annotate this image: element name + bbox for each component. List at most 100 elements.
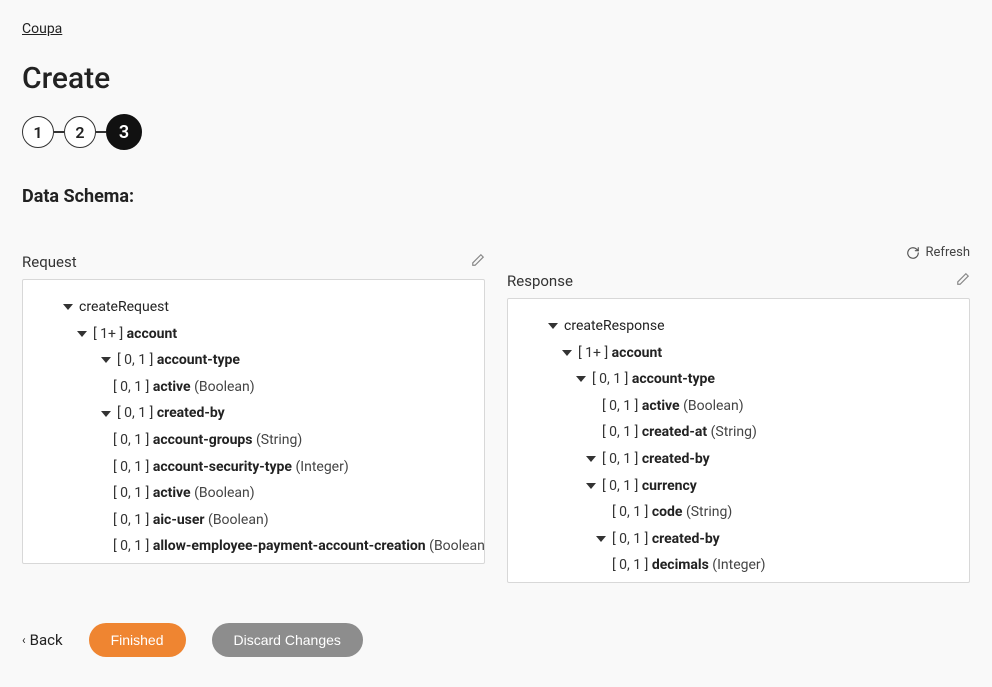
tree-row[interactable]: [ 0, 1 ] enabled (Boolean) bbox=[524, 579, 953, 583]
tree-row[interactable]: [ 0, 1 ] active (Boolean) bbox=[39, 480, 468, 507]
chevron-down-icon[interactable] bbox=[562, 350, 572, 356]
field-name: account-type bbox=[632, 371, 715, 387]
chevron-down-icon[interactable] bbox=[101, 411, 111, 417]
field-name: created-by bbox=[157, 405, 225, 421]
step-connector bbox=[96, 131, 106, 133]
cardinality: [ 0, 1 ] bbox=[113, 432, 149, 448]
cardinality: [ 0, 1 ] bbox=[612, 504, 648, 520]
back-button[interactable]: ‹ Back bbox=[22, 631, 63, 649]
cardinality: [ 0, 1 ] bbox=[113, 512, 149, 528]
field-name: created-by bbox=[642, 451, 710, 467]
chevron-down-icon[interactable] bbox=[101, 357, 111, 363]
finished-button[interactable]: Finished bbox=[89, 623, 186, 657]
step-1[interactable]: 1 bbox=[22, 116, 54, 148]
cardinality: [ 0, 1 ] bbox=[602, 398, 638, 414]
tree-row[interactable]: [ 0, 1 ] created-by bbox=[524, 446, 953, 473]
field-type: (Integer) bbox=[295, 459, 348, 475]
field-name: allow-employee-payment-account-creation bbox=[153, 538, 426, 554]
cardinality: [ 0, 1 ] bbox=[592, 371, 628, 387]
tree-row[interactable]: [ 0, 1 ] account-security-type (Integer) bbox=[39, 454, 468, 481]
tree-row[interactable]: [ 0, 1 ] decimals (Integer) bbox=[524, 552, 953, 579]
field-type: (String) bbox=[711, 424, 757, 440]
field-type: (Boolean) bbox=[208, 512, 269, 528]
step-connector bbox=[54, 131, 64, 133]
tree-row[interactable]: [ 0, 1 ] active (Boolean) bbox=[524, 393, 953, 420]
field-name: active bbox=[153, 485, 191, 501]
field-name: decimals bbox=[652, 557, 709, 573]
chevron-down-icon[interactable] bbox=[586, 456, 596, 462]
cardinality: [ 1+ ] bbox=[578, 345, 608, 361]
field-type: (String) bbox=[256, 432, 302, 448]
field-type: (Integer) bbox=[712, 557, 765, 573]
field-name: account bbox=[127, 326, 177, 342]
response-panel: createResponse [ 1+ ] account [ 0, 1 ] a… bbox=[507, 298, 970, 583]
chevron-down-icon[interactable] bbox=[586, 483, 596, 489]
tree-row[interactable]: [ 0, 1 ] account-type bbox=[39, 347, 468, 374]
tree-row[interactable]: [ 0, 1 ] active (Boolean) bbox=[39, 374, 468, 401]
pencil-icon[interactable] bbox=[471, 252, 485, 271]
request-title: Request bbox=[22, 253, 77, 271]
field-type: (Boolean) bbox=[194, 485, 255, 501]
tree-row[interactable]: [ 0, 1 ] analytics-user (Boolean) bbox=[39, 560, 468, 564]
cardinality: [ 0, 1 ] bbox=[602, 478, 638, 494]
tree-row[interactable]: [ 0, 1 ] created-by bbox=[39, 400, 468, 427]
tree-row-account[interactable]: [ 1+ ] account bbox=[524, 340, 953, 367]
field-name: account bbox=[612, 345, 662, 361]
field-name: account-security-type bbox=[153, 459, 292, 475]
field-name: aic-user bbox=[153, 512, 205, 528]
tree-row[interactable]: [ 0, 1 ] currency bbox=[524, 473, 953, 500]
field-name: active bbox=[153, 379, 191, 395]
section-label: Data Schema: bbox=[22, 186, 970, 207]
cardinality: [ 0, 1 ] bbox=[602, 451, 638, 467]
field-type: (String) bbox=[686, 504, 732, 520]
chevron-down-icon[interactable] bbox=[596, 536, 606, 542]
chevron-down-icon[interactable] bbox=[63, 304, 73, 310]
tree-row[interactable]: [ 0, 1 ] allow-employee-payment-account-… bbox=[39, 533, 468, 560]
pencil-icon[interactable] bbox=[956, 271, 970, 290]
step-2[interactable]: 2 bbox=[64, 116, 96, 148]
cardinality: [ 0, 1 ] bbox=[113, 379, 149, 395]
field-type: (Boolean) bbox=[194, 379, 255, 395]
field-type: (Boolean) bbox=[683, 398, 744, 414]
field-name: code bbox=[652, 504, 683, 520]
refresh-icon bbox=[906, 246, 920, 260]
page-title: Create bbox=[22, 61, 970, 96]
cardinality: [ 0, 1 ] bbox=[113, 538, 149, 554]
tree-node-label: createResponse bbox=[564, 318, 665, 334]
cardinality: [ 0, 1 ] bbox=[117, 352, 153, 368]
response-title: Response bbox=[507, 272, 573, 290]
tree-row[interactable]: [ 0, 1 ] account-type bbox=[524, 366, 953, 393]
tree-row[interactable]: [ 0, 1 ] aic-user (Boolean) bbox=[39, 507, 468, 534]
discard-changes-button[interactable]: Discard Changes bbox=[212, 623, 363, 657]
field-name: account-groups bbox=[153, 432, 253, 448]
tree-row[interactable]: [ 0, 1 ] account-groups (String) bbox=[39, 427, 468, 454]
back-label: Back bbox=[30, 631, 63, 649]
tree-row-root[interactable]: createRequest bbox=[39, 294, 468, 321]
tree-row[interactable]: [ 0, 1 ] created-by bbox=[524, 526, 953, 553]
field-name: currency bbox=[642, 478, 697, 494]
cardinality: [ 0, 1 ] bbox=[612, 557, 648, 573]
cardinality: [ 0, 1 ] bbox=[117, 405, 153, 421]
tree-node-label: createRequest bbox=[79, 299, 169, 315]
stepper: 1 2 3 bbox=[22, 114, 970, 150]
chevron-left-icon: ‹ bbox=[22, 633, 26, 647]
chevron-down-icon[interactable] bbox=[548, 323, 558, 329]
step-3[interactable]: 3 bbox=[106, 114, 142, 150]
cardinality: [ 0, 1 ] bbox=[113, 485, 149, 501]
cardinality: [ 0, 1 ] bbox=[113, 459, 149, 475]
chevron-down-icon[interactable] bbox=[77, 331, 87, 337]
field-name: created-at bbox=[642, 424, 707, 440]
tree-row[interactable]: [ 0, 1 ] created-at (String) bbox=[524, 419, 953, 446]
field-name: created-by bbox=[652, 531, 720, 547]
refresh-button[interactable]: Refresh bbox=[906, 245, 970, 260]
request-panel: createRequest [ 1+ ] account [ 0, 1 ] ac… bbox=[22, 279, 485, 564]
tree-row[interactable]: [ 0, 1 ] code (String) bbox=[524, 499, 953, 526]
refresh-label: Refresh bbox=[926, 245, 970, 260]
breadcrumb[interactable]: Coupa bbox=[22, 21, 62, 37]
field-name: active bbox=[642, 398, 680, 414]
tree-row-account[interactable]: [ 1+ ] account bbox=[39, 321, 468, 348]
tree-row-root[interactable]: createResponse bbox=[524, 313, 953, 340]
chevron-down-icon[interactable] bbox=[576, 376, 586, 382]
cardinality: [ 0, 1 ] bbox=[602, 424, 638, 440]
field-name: account-type bbox=[157, 352, 240, 368]
